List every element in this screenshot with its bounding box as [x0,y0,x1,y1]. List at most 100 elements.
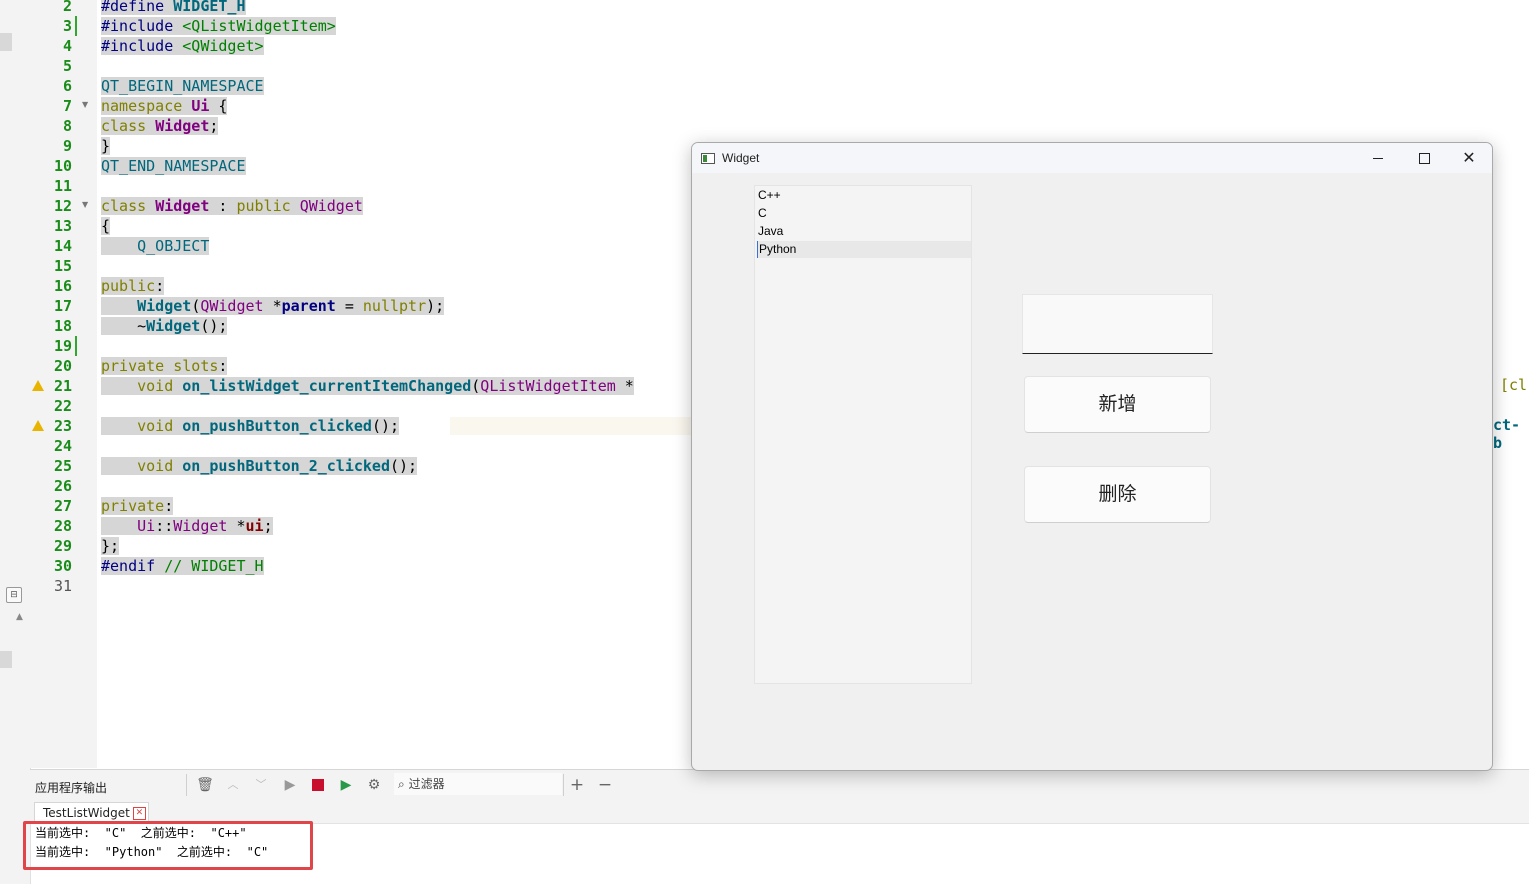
collapse-panel-icon[interactable]: ⊟ [6,587,22,603]
tab-label: TestListWidget [43,806,130,820]
side-marker [0,33,12,51]
code-line: }; [101,537,120,555]
code-line: Ui::Widget *ui; [101,516,273,536]
list-widget[interactable]: C++ C Java Python [754,185,972,684]
code-line: class Widget : public QWidget [101,197,363,215]
line-number: 31 [53,577,72,595]
rerun-icon[interactable]: ▶ [336,775,356,795]
line-number: 2 [62,0,72,15]
app-icon [701,153,715,164]
maximize-button[interactable] [1401,143,1447,173]
clipped-code-text: [cl [1500,376,1528,394]
code-line: namespace Ui { [101,97,228,115]
line-number: 26 [53,477,72,495]
close-icon: ✕ [1462,148,1476,167]
line-number: 24 [53,437,72,455]
line-number: 28 [53,517,72,535]
code-line: void on_listWidget_currentItemChanged(QL… [101,376,634,396]
line-trace-highlight [450,417,693,435]
line-edit-input[interactable] [1022,294,1213,354]
warning-icon[interactable] [32,380,44,391]
code-line: QT_BEGIN_NAMESPACE [101,77,264,95]
delete-button[interactable]: 删除 [1024,466,1211,523]
close-icon[interactable]: ✕ [132,807,146,820]
line-number: 19 [53,337,72,355]
filter-placeholder: 过滤器 [408,777,445,791]
line-number: 7 [62,97,72,115]
modified-line-marker [75,336,77,356]
filter-input[interactable]: ⌕ 过滤器 [394,773,562,795]
list-item[interactable]: Java [757,223,970,240]
line-number: 22 [53,397,72,415]
search-icon: ⌕ [398,777,405,791]
line-number: 8 [62,117,72,135]
code-line: } [101,137,111,155]
modified-line-marker [75,16,77,36]
add-button[interactable]: 新增 [1024,376,1211,433]
maximize-icon [1418,152,1430,164]
line-number: 27 [53,497,72,515]
output-toolbar: 应用程序输出 🗑 ︿ ﹀ ▶ ▶ ⚙ ⌕ 过滤器 + − [30,769,1529,801]
line-number: 11 [53,177,72,195]
toolbar-divider [563,774,564,796]
line-number: 29 [53,537,72,555]
code-line: void on_pushButton_clicked(); [101,416,400,436]
code-line: #define WIDGET_H [101,0,246,16]
list-item-current[interactable]: Python [757,241,971,258]
fold-arrow-icon[interactable]: ▼ [82,200,88,209]
fold-arrow-icon[interactable]: ▼ [82,100,88,109]
minimize-icon [1373,157,1383,159]
warning-icon[interactable] [32,420,44,431]
line-number: 13 [53,217,72,235]
code-line: void on_pushButton_2_clicked(); [101,456,418,476]
trash-icon[interactable]: 🗑 [195,775,215,795]
line-number: 14 [53,237,72,255]
list-item[interactable]: C++ [757,187,970,204]
line-number: 12 [53,197,72,215]
line-number: 5 [62,57,72,75]
line-number: 30 [53,557,72,575]
stop-icon[interactable] [308,775,328,795]
chevron-up-icon[interactable]: ︿ [223,775,243,795]
zoom-in-icon[interactable]: + [567,775,587,795]
code-line: Widget(QWidget *parent = nullptr); [101,296,445,316]
side-marker [0,651,12,668]
toolbar-divider [186,774,187,796]
code-line: public: [101,277,165,295]
code-line: Q_OBJECT [101,237,210,255]
code-line: private: [101,497,174,515]
code-line: #include <QListWidgetItem> [101,17,336,35]
line-number: 3 [62,17,72,35]
code-line: #include <QWidget> [101,37,264,55]
line-number: 25 [53,457,72,475]
scroll-up-icon[interactable]: ▲ [16,612,23,622]
line-number: 16 [53,277,72,295]
line-number: 17 [53,297,72,315]
code-line: class Widget; [101,117,219,135]
code-line: ~Widget(); [101,317,228,335]
window-titlebar[interactable]: Widget ✕ [692,143,1492,173]
output-pane-title: 应用程序输出 [35,781,108,795]
line-number: 10 [53,157,72,175]
run-icon[interactable]: ▶ [280,775,300,795]
code-line: { [101,217,111,235]
line-number: 4 [62,37,72,55]
gear-icon[interactable]: ⚙ [364,775,384,795]
code-line: QT_END_NAMESPACE [101,157,246,175]
window-title: Widget [722,151,760,165]
code-line: private slots: [101,357,228,375]
line-number: 18 [53,317,72,335]
left-side-strip: ⊟ ▲ [0,0,31,884]
zoom-out-icon[interactable]: − [595,775,615,795]
line-number: 20 [53,357,72,375]
clipped-code-text: ct-b [1493,416,1521,452]
code-line: #endif // WIDGET_H [101,557,264,575]
widget-window: Widget ✕ C++ C Java Python 新增 删除 [691,142,1493,771]
close-button[interactable]: ✕ [1446,143,1492,173]
list-item[interactable]: C [757,205,970,222]
minimize-button[interactable] [1355,143,1401,173]
line-number: 9 [62,137,72,155]
line-number: 6 [62,77,72,95]
chevron-down-icon[interactable]: ﹀ [251,775,271,795]
annotation-highlight-box [23,821,313,870]
